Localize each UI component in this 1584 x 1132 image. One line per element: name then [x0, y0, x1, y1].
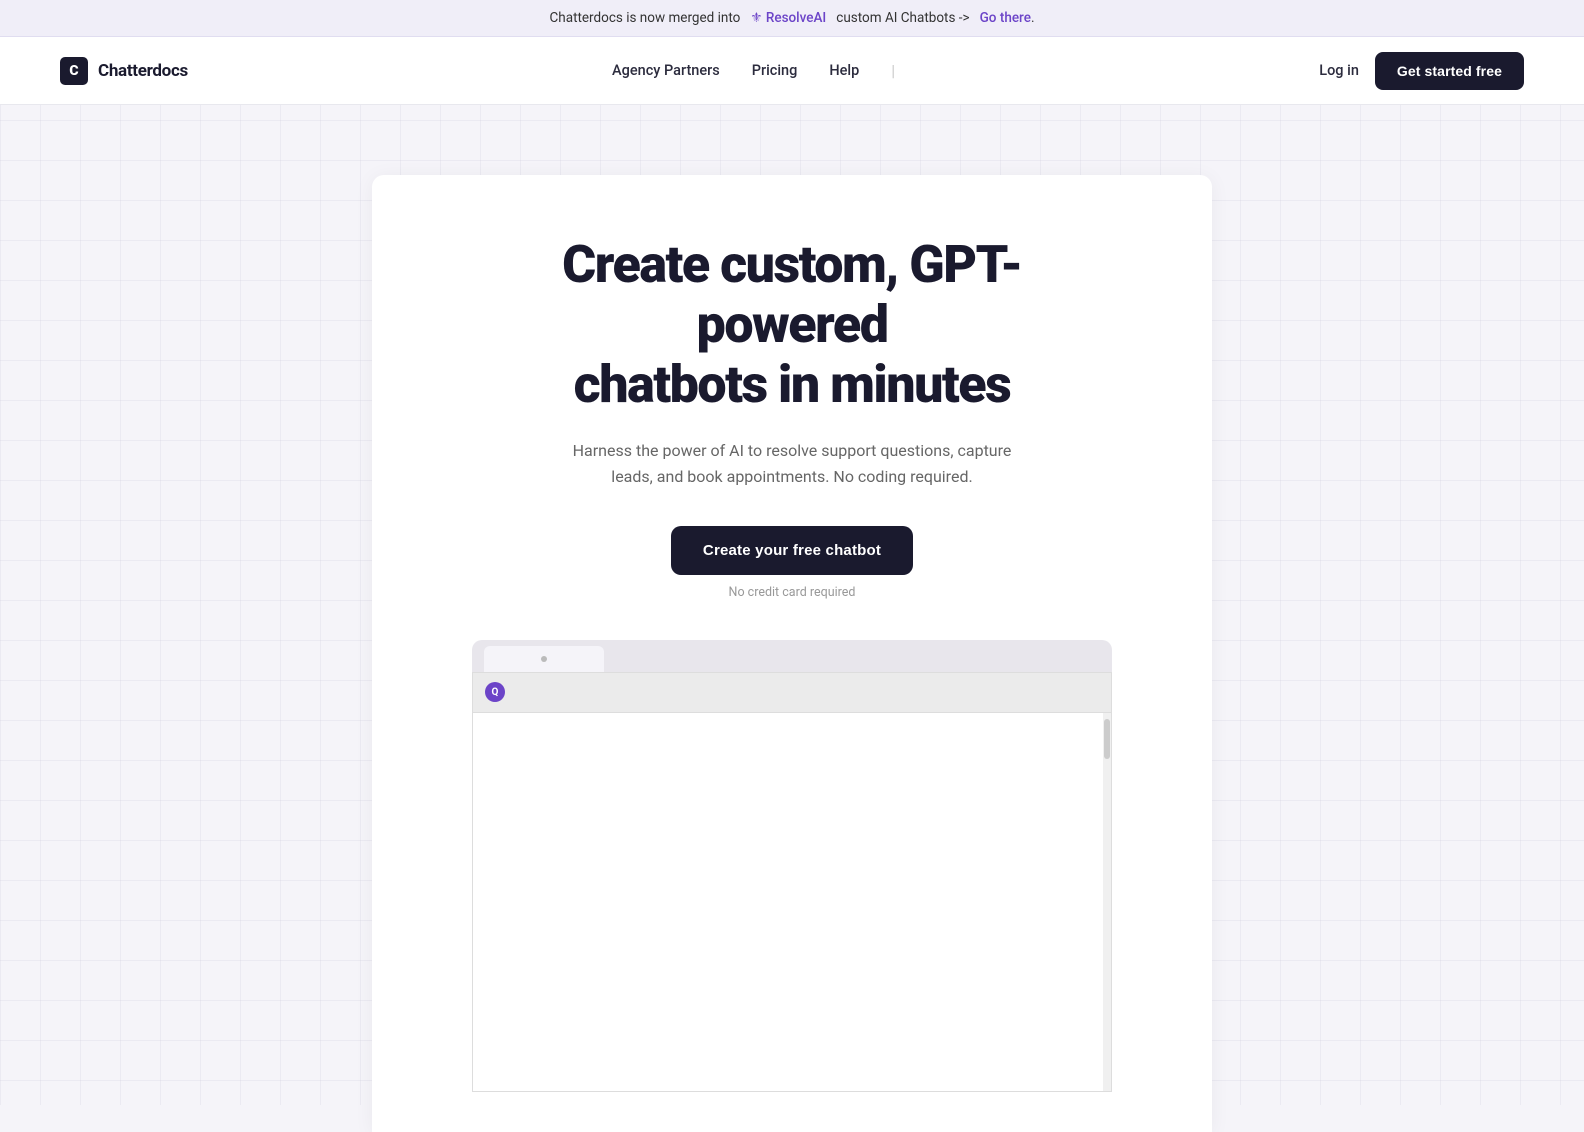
scrollbar[interactable] [1103, 713, 1111, 1091]
browser-toolbar: Q [473, 673, 1111, 713]
announcement-punctuation: . [1031, 10, 1035, 26]
announcement-middle: custom AI Chatbots -> [836, 10, 969, 26]
browser-tab [484, 646, 604, 672]
browser-tabs [472, 640, 1112, 672]
hero-title-line1: Create custom, GPT-powered [562, 234, 1022, 355]
hero-title: Create custom, GPT-powered chatbots in m… [492, 235, 1092, 414]
main-content: Create custom, GPT-powered chatbots in m… [0, 105, 1584, 1132]
go-there-link[interactable]: Go there [980, 10, 1031, 26]
nav-actions: Log in Get started free [1319, 52, 1524, 90]
logo[interactable]: C Chatterdocs [60, 57, 188, 85]
cta-section: Create your free chatbot No credit card … [671, 526, 913, 600]
hero-title-line2: chatbots in minutes [574, 354, 1011, 415]
hero-subtitle: Harness the power of AI to resolve suppo… [562, 438, 1022, 489]
create-chatbot-button[interactable]: Create your free chatbot [671, 526, 913, 575]
nav-pricing[interactable]: Pricing [752, 62, 798, 79]
preview-container: Q [472, 640, 1112, 1092]
browser-tab-dot [541, 656, 547, 662]
logo-text: Chatterdocs [98, 61, 188, 81]
header: C Chatterdocs Agency Partners Pricing He… [0, 37, 1584, 105]
login-link[interactable]: Log in [1319, 62, 1359, 79]
nav-links: Agency Partners Pricing Help | [612, 61, 895, 80]
content-panel: Create custom, GPT-powered chatbots in m… [372, 175, 1212, 1132]
logo-icon: C [60, 57, 88, 85]
nav-help[interactable]: Help [829, 62, 859, 79]
announcement-bar: Chatterdocs is now merged into ⚜ Resolve… [0, 0, 1584, 37]
announcement-prefix: Chatterdocs is now merged into [550, 10, 741, 26]
scrollbar-thumb [1104, 719, 1110, 759]
browser-app-icon: Q [485, 682, 505, 702]
get-started-button[interactable]: Get started free [1375, 52, 1524, 90]
resolve-ai-link[interactable]: ResolveAI [766, 10, 826, 26]
nav-divider: | [891, 61, 895, 80]
browser-window: Q [472, 672, 1112, 1092]
nav-agency-partners[interactable]: Agency Partners [612, 62, 720, 79]
resolve-ai-icon: ⚜ [750, 10, 762, 26]
no-credit-card-text: No credit card required [729, 585, 856, 600]
browser-content-area [473, 713, 1111, 1091]
